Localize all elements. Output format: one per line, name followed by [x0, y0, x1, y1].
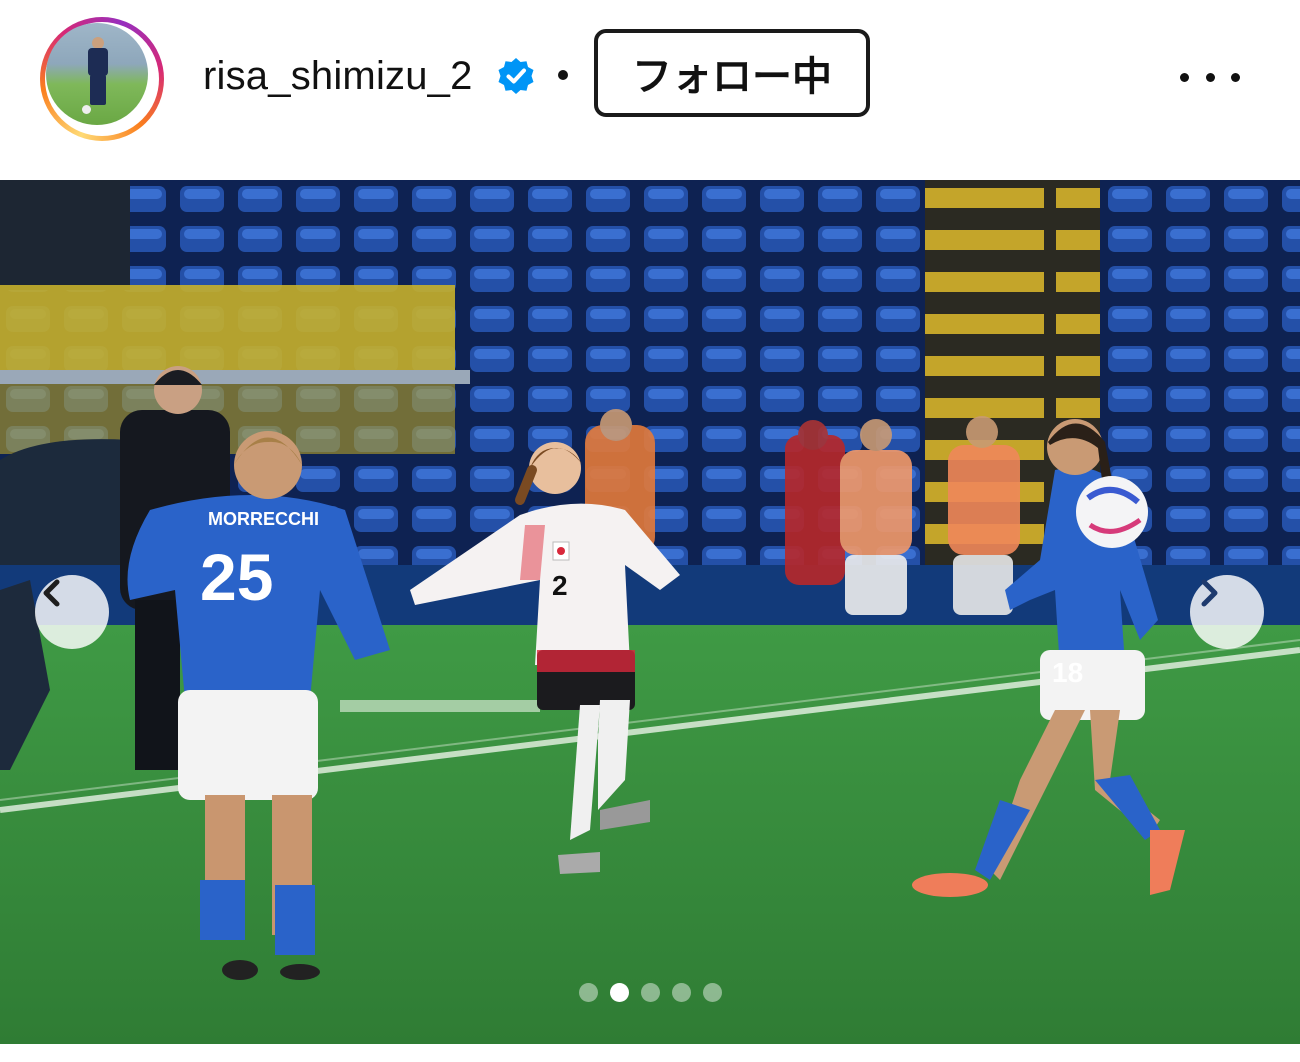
- verified-badge-icon: [498, 58, 534, 94]
- post-header: risa_shimizu_2 フォロー中: [0, 0, 1300, 180]
- carousel-dot: [702, 982, 722, 1002]
- post-photo[interactable]: MORRECCHI 25 2 18: [0, 180, 1300, 1044]
- carousel-dot: [671, 982, 691, 1002]
- carousel-prev-button[interactable]: [35, 575, 109, 649]
- chevron-left-icon: [43, 579, 60, 607]
- username-link[interactable]: risa_shimizu_2: [203, 52, 473, 100]
- following-button[interactable]: フォロー中: [594, 29, 870, 117]
- carousel-next-button[interactable]: [1190, 575, 1264, 649]
- carousel-dot-active: [609, 982, 629, 1002]
- chevron-right-icon: [1201, 579, 1218, 607]
- jersey-name-25: MORRECCHI: [208, 509, 319, 529]
- post-bottom-strip: [0, 1044, 1300, 1062]
- jersey-number-2: 2: [552, 570, 568, 601]
- carousel-dot: [640, 982, 660, 1002]
- jersey-number-25: 25: [200, 540, 273, 614]
- jersey-number-18: 18: [1052, 657, 1083, 688]
- more-options-icon[interactable]: [1180, 60, 1240, 94]
- avatar: [46, 23, 148, 125]
- carousel-indicator: [0, 980, 1300, 1004]
- carousel-dot: [578, 982, 598, 1002]
- separator-dot: [558, 70, 568, 80]
- story-avatar[interactable]: [40, 17, 164, 141]
- match-photo: MORRECCHI 25 2 18: [0, 180, 1300, 1044]
